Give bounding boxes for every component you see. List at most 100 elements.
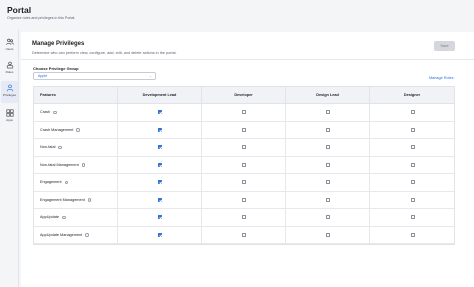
developer-checkbox[interactable] <box>242 162 246 167</box>
info-icon[interactable] <box>76 128 80 132</box>
designer-checkbox[interactable] <box>410 197 415 202</box>
developer-cell <box>201 191 285 208</box>
column-header-designer: Designer <box>369 87 454 103</box>
developer-checkbox[interactable] <box>242 145 246 149</box>
development-lead-cell <box>117 226 201 243</box>
designer-checkbox[interactable] <box>410 127 415 132</box>
table-row: AppUpdate <box>34 209 454 227</box>
info-icon[interactable] <box>62 215 66 219</box>
designer-checkbox[interactable] <box>410 145 415 149</box>
design-lead-cell <box>285 209 369 226</box>
feature-name: AppUpdate <box>40 215 66 219</box>
privilege-group-select[interactable]: Apple ⌄ <box>33 72 156 80</box>
panel-description: Determine who can perform view, configur… <box>32 51 177 55</box>
designer-checkbox[interactable] <box>410 110 415 114</box>
design-lead-checkbox[interactable] <box>326 215 330 219</box>
designer-cell <box>369 226 454 243</box>
feature-cell: Engagement Management <box>34 192 117 209</box>
table-row: Engagement Management <box>34 191 454 209</box>
development-lead-cell <box>117 191 201 208</box>
privileges-panel: Manage Privileges Determine who can perf… <box>21 32 474 287</box>
table-row: Non-fatal Management <box>34 156 454 174</box>
development-lead-checkbox[interactable] <box>158 127 162 132</box>
feature-name: Crash <box>40 110 57 114</box>
developer-checkbox[interactable] <box>242 110 246 114</box>
developer-checkbox[interactable] <box>242 215 246 219</box>
designer-cell <box>369 191 454 208</box>
divider <box>21 59 474 60</box>
chevron-down-icon: ⌄ <box>148 74 152 78</box>
feature-cell: Non-fatal <box>34 139 117 156</box>
developer-cell <box>201 139 285 156</box>
development-lead-checkbox[interactable] <box>158 180 162 184</box>
sidebar-item-label: Apps <box>6 118 13 122</box>
design-lead-checkbox[interactable] <box>326 127 330 132</box>
design-lead-checkbox[interactable] <box>326 232 330 237</box>
designer-checkbox[interactable] <box>410 162 415 167</box>
design-lead-cell <box>285 226 369 243</box>
development-lead-checkbox[interactable] <box>158 110 162 114</box>
designer-cell <box>369 174 454 191</box>
development-lead-checkbox[interactable] <box>158 197 162 202</box>
development-lead-cell <box>117 121 201 138</box>
development-lead-checkbox[interactable] <box>158 232 162 237</box>
feature-name: Engagement <box>40 180 69 184</box>
info-icon[interactable] <box>81 163 86 167</box>
column-header-developer: Developer <box>201 87 285 103</box>
designer-checkbox[interactable] <box>410 215 415 219</box>
feature-name: AppUpdate Management <box>40 233 89 237</box>
privilege-group-value: Apple <box>38 74 48 78</box>
manage-roles-link[interactable]: Manage Roles <box>429 76 453 80</box>
developer-cell <box>201 226 285 243</box>
column-header-development-lead: Development Lead <box>117 87 201 103</box>
info-icon[interactable] <box>53 110 57 114</box>
apps-icon <box>5 109 14 117</box>
design-lead-checkbox[interactable] <box>326 145 330 149</box>
development-lead-checkbox[interactable] <box>158 162 162 167</box>
table-row: Crash Management <box>34 121 454 139</box>
design-lead-checkbox[interactable] <box>326 110 330 114</box>
design-lead-cell <box>285 174 369 191</box>
feature-label: Engagement Management <box>40 197 85 202</box>
developer-checkbox[interactable] <box>242 180 246 184</box>
developer-cell <box>201 209 285 226</box>
developer-cell <box>201 174 285 191</box>
developer-checkbox[interactable] <box>242 197 246 202</box>
development-lead-cell <box>117 104 201 121</box>
feature-cell: Non-fatal Management <box>34 157 117 174</box>
table-row: Engagement <box>34 174 454 192</box>
design-lead-checkbox[interactable] <box>326 180 330 184</box>
designer-checkbox[interactable] <box>410 232 415 237</box>
feature-label: Non-fatal <box>40 145 56 149</box>
developer-checkbox[interactable] <box>242 127 246 132</box>
design-lead-cell <box>285 156 369 173</box>
development-lead-checkbox[interactable] <box>158 145 162 149</box>
feature-name: Non-fatal <box>40 145 62 149</box>
design-lead-checkbox[interactable] <box>326 162 330 167</box>
info-icon[interactable] <box>58 145 62 149</box>
feature-name: Engagement Management <box>40 197 92 202</box>
sidebar-item-privileges[interactable]: Privileges <box>1 81 18 103</box>
page-title: Portal <box>7 5 32 15</box>
designer-checkbox[interactable] <box>410 180 415 184</box>
save-button[interactable]: Save <box>434 41 455 51</box>
development-lead-checkbox[interactable] <box>158 215 162 219</box>
developer-cell <box>201 156 285 173</box>
design-lead-checkbox[interactable] <box>326 197 330 202</box>
development-lead-cell <box>117 156 201 173</box>
sidebar-item-roles[interactable]: Roles <box>1 58 18 80</box>
privilege-group-label: Choose Privilege Group <box>33 66 79 71</box>
table-row: Non-fatal <box>34 139 454 157</box>
feature-label: AppUpdate <box>40 215 59 219</box>
privileges-icon <box>6 84 13 92</box>
sidebar-item-users[interactable]: Users <box>1 35 18 57</box>
feature-label: Engagement <box>40 180 62 184</box>
feature-label: Non-fatal Management <box>40 162 79 167</box>
info-icon[interactable] <box>85 233 89 237</box>
sidebar-item-apps[interactable]: Apps <box>1 106 18 128</box>
developer-checkbox[interactable] <box>242 232 246 237</box>
info-icon[interactable] <box>64 180 69 184</box>
users-icon <box>5 38 14 45</box>
info-icon[interactable] <box>87 198 92 202</box>
page-subtitle: Organize roles and privileges in this Po… <box>7 16 76 20</box>
